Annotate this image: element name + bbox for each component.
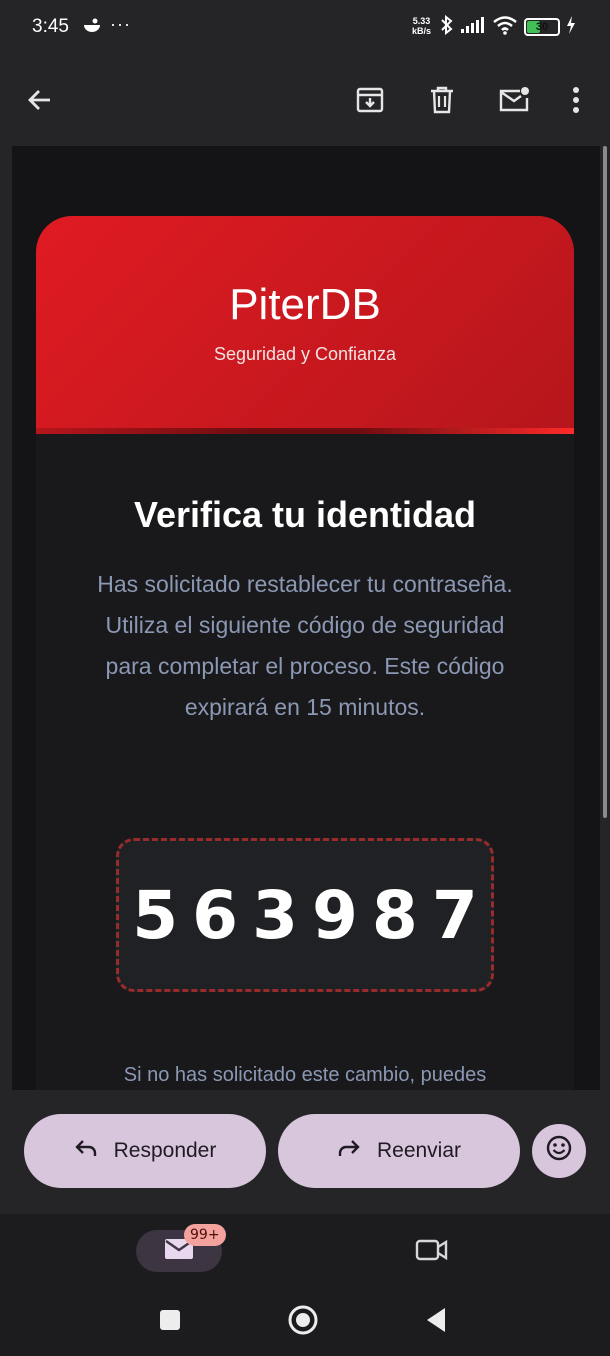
trash-icon[interactable] xyxy=(422,80,462,120)
bottom-navigation: 99+ xyxy=(0,1214,610,1286)
video-camera-icon xyxy=(415,1237,449,1268)
status-time: 3:45 xyxy=(32,16,69,37)
reply-button[interactable]: Responder xyxy=(24,1114,266,1188)
brand-subtitle: Seguridad y Confianza xyxy=(213,344,397,364)
verification-code-box[interactable]: 563987 xyxy=(116,838,494,992)
brand-title: PiterDB xyxy=(229,280,381,329)
forward-icon xyxy=(337,1138,361,1164)
emoji-reaction-button[interactable] xyxy=(532,1124,586,1178)
app-notification-icon xyxy=(82,16,102,36)
reply-bar: Responder Reenviar xyxy=(0,1090,610,1214)
status-icons: 30 xyxy=(440,14,576,40)
battery-level: 30 xyxy=(535,21,549,33)
mail-unread-icon[interactable] xyxy=(494,80,534,120)
mail-count-badge: 99+ xyxy=(184,1224,226,1246)
more-vert-icon[interactable] xyxy=(556,80,596,120)
signal-icon xyxy=(460,16,486,39)
reply-icon xyxy=(74,1138,98,1164)
status-more-icon: ··· xyxy=(110,14,131,34)
email-description: Has solicitado restablecer tu contraseña… xyxy=(97,571,513,720)
status-bar: 3:45 ··· 5.33 kB/s 30 xyxy=(0,0,610,56)
archive-icon[interactable] xyxy=(350,80,390,120)
email-header-banner: PiterDB Seguridad y Confianza xyxy=(36,216,574,434)
forward-button[interactable]: Reenviar xyxy=(278,1114,520,1188)
system-navigation-bar xyxy=(0,1286,610,1356)
network-speed-value: 5.33 xyxy=(412,16,431,26)
bluetooth-icon xyxy=(440,14,454,40)
back-triangle-icon[interactable] xyxy=(416,1300,456,1340)
email-note: Si no has solicitado este cambio, puedes xyxy=(123,1064,487,1086)
verification-code[interactable]: 563987 xyxy=(118,877,492,954)
email-heading: Verifica tu identidad xyxy=(133,494,477,535)
email-body[interactable]: PiterDB Seguridad y Confianza Verifica t… xyxy=(12,146,600,1090)
email-card-body: Verifica tu identidad Has solicitado res… xyxy=(36,434,574,1090)
charging-icon xyxy=(566,15,576,39)
recents-square-icon[interactable] xyxy=(150,1300,190,1340)
tab-meet[interactable] xyxy=(412,1234,452,1270)
forward-label: Reenviar xyxy=(376,1139,462,1162)
home-circle-icon[interactable] xyxy=(283,1300,323,1340)
wifi-icon xyxy=(492,15,518,40)
battery-icon: 30 xyxy=(524,18,560,36)
arrow-left-icon[interactable] xyxy=(20,80,60,120)
emoji-icon xyxy=(545,1134,573,1168)
email-scrollbar[interactable] xyxy=(603,146,607,818)
network-speed: 5.33 kB/s xyxy=(412,16,431,36)
network-speed-unit: kB/s xyxy=(412,26,432,36)
email-toolbar xyxy=(0,56,610,146)
reply-label: Responder xyxy=(113,1139,217,1162)
